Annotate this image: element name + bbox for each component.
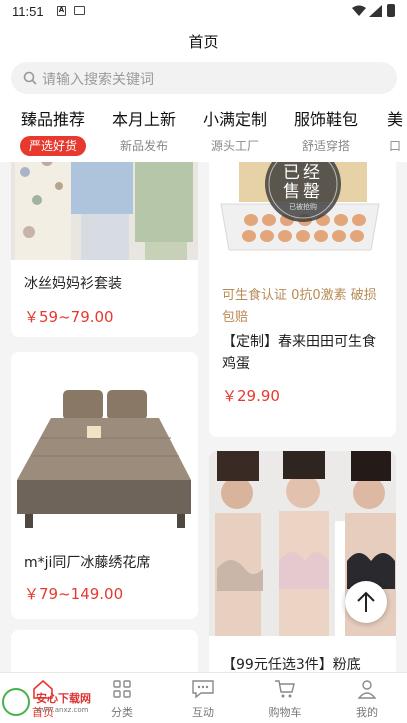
sold-out-line3: 已被抢购 [289,203,317,211]
product-card[interactable]: m*ji同厂冰藤绣花席 ￥79~149.00 [11,352,198,619]
product-image [11,162,198,260]
watermark-logo [2,688,30,716]
search-input[interactable]: 请输入搜索关键词 [11,62,397,94]
wifi-icon [352,5,366,16]
back-to-top-icon [357,591,375,612]
notification-a-icon: A [57,6,66,16]
category-sub-label: 严选好货 [19,136,86,156]
status-time: 11:51 [12,4,44,19]
product-note: 可生食认证 0抗0激素 破损包赔 [222,288,377,325]
product-name: 【定制】春来田田可生食鸡蛋 [222,334,376,372]
category-main-label: 本月上新 [111,110,176,129]
product-name: 【99元任选3件】粉底 [222,657,361,672]
tab-label: 购物车 [268,706,302,719]
category-main-label: 美 [386,110,403,129]
top-header: 首页 [0,24,407,60]
interact-icon [192,680,214,699]
product-card[interactable] [11,630,198,672]
category-tab-new[interactable]: 本月上新 新品发布 [99,109,189,156]
category-tabs: 臻品推荐 严选好货 本月上新 新品发布 小满定制 源头工厂 服饰鞋包 舒适穿搭 … [0,100,407,162]
tab-label: 互动 [192,706,214,719]
product-card[interactable]: 冰丝妈妈衫套装 ￥59~79.00 [11,162,198,337]
search-bar-area: 请输入搜索关键词 [0,60,407,100]
tab-label: 我的 [356,706,378,719]
sold-out-stamp: 已经 售罄 已被抢购 [269,164,337,212]
back-to-top-button[interactable] [345,581,387,623]
category-sub-label: 新品发布 [119,139,168,153]
search-placeholder: 请输入搜索关键词 [42,72,154,88]
search-icon [23,71,37,85]
product-card[interactable]: 已经 售罄 已被抢购 可生食认证 0抗0激素 破损包赔 【定制】春来田田可生食鸡… [209,162,396,437]
category-tab-beauty[interactable]: 美 口 [350,109,407,156]
product-card[interactable]: 【99元任选3件】粉底 [209,451,396,672]
battery-icon [387,4,395,17]
signal-icon [369,5,382,17]
product-name: 冰丝妈妈衫套装 [24,276,122,292]
category-tab-custom[interactable]: 小满定制 源头工厂 [190,109,280,156]
watermark-url: www.anxz.com [36,706,89,714]
category-sub-label: 口 [388,139,401,153]
product-name: m*ji同厂冰藤绣花席 [24,555,151,571]
product-image [11,352,198,542]
watermark-title: 安心下载网 [36,692,91,705]
watermark: 安心下载网 www.anxz.com [2,684,102,720]
category-sub-label: 源头工厂 [210,139,259,153]
profile-icon [357,680,377,699]
sold-out-line2: 售罄 [283,182,323,202]
notification-card-icon [74,6,85,15]
product-price: ￥29.90 [222,387,280,405]
tab-cart[interactable]: 购物车 [255,679,315,720]
product-price: ￥79~149.00 [24,585,124,603]
page-title: 首页 [188,33,219,51]
status-bar: 11:51 A [0,0,407,24]
tab-interact[interactable]: 互动 [173,679,233,720]
category-tab-zhenpin[interactable]: 臻品推荐 严选好货 [8,109,98,156]
sold-out-line1: 已经 [283,163,323,183]
cart-icon [275,680,295,698]
category-main-label: 小满定制 [202,110,267,129]
tab-profile[interactable]: 我的 [337,679,397,720]
product-price: ￥59~79.00 [24,308,114,326]
category-icon [113,680,131,698]
category-main-label: 臻品推荐 [20,110,85,129]
